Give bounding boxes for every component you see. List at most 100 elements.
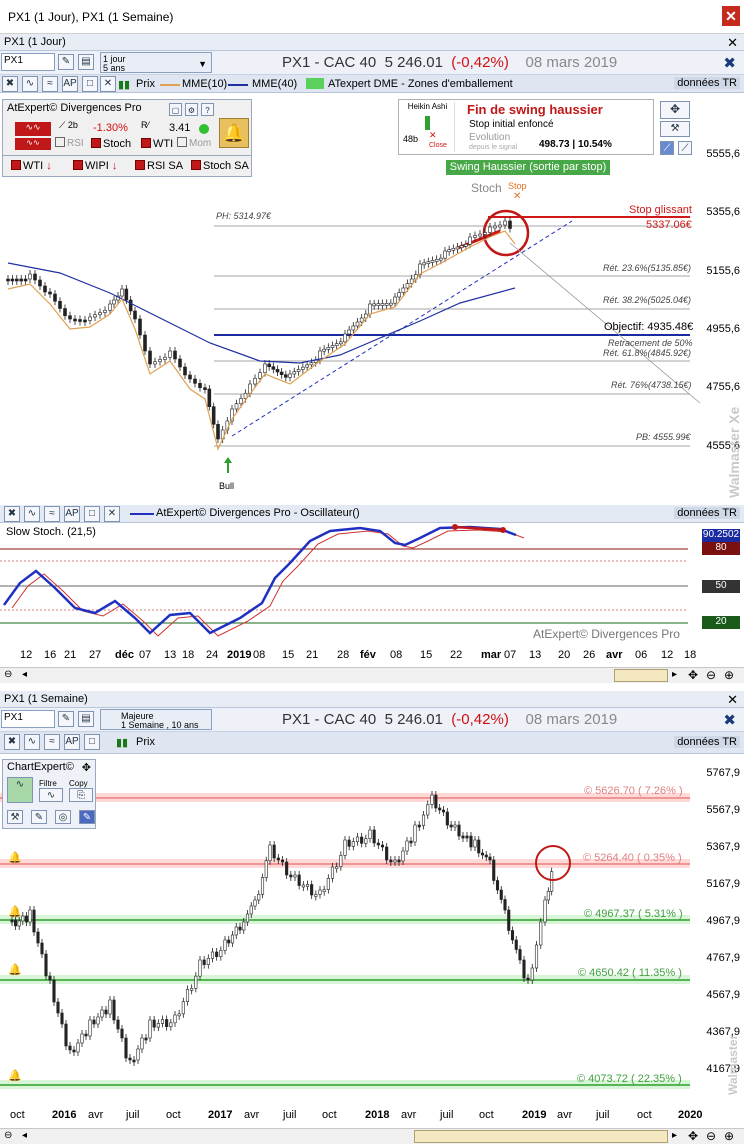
daily-period-select[interactable]: 1 jour 5 ans ▼ [100,52,212,73]
weekly-price-chart[interactable]: © 5626.70 ( 7.26% ) © 5264.40 ( 0.35% ) … [0,755,744,1107]
hammer-icon[interactable]: ⚒ [660,121,690,137]
edit-icon[interactable]: ✎ [79,810,95,824]
zoom-out-icon[interactable]: ⊖ [706,668,716,682]
daily-price-chart[interactable]: 5555,6 5355,6 5155,6 4955,6 4755,6 4555,… [0,93,744,503]
edit-icon[interactable]: ✎ [58,711,74,727]
candle [249,905,253,915]
zoom-in-icon[interactable]: ⊕ [724,668,734,682]
candle [10,278,15,282]
chart-icon[interactable]: ⟋ [660,141,674,155]
filtre-icon[interactable]: ∿ [39,788,63,802]
close-icon[interactable]: ✕ [100,76,116,92]
square-icon[interactable]: □ [82,76,98,92]
toolbar-prix[interactable]: Prix [136,78,155,90]
daily-price: 5 246.01 [384,54,443,71]
candle [495,880,500,891]
candle [48,975,52,981]
copy-icon[interactable]: ⎘ [69,788,93,802]
weekly-toolbar-prix[interactable]: Prix [136,736,155,748]
weekly-scrollbar[interactable]: ⊖ ◂ ▸ ✥ ⊖ ⊕ [0,1128,744,1144]
chart2-icon[interactable]: ⟋ [678,141,692,155]
link-icon[interactable]: ⊖ [4,669,12,680]
scroll-thumb[interactable] [614,669,668,682]
bell-icon[interactable]: 🔔 [219,118,249,148]
wti-sa-checkbox[interactable] [11,160,21,171]
rsi-checkbox[interactable] [55,137,65,148]
zoom-in-icon[interactable]: ⊕ [724,1129,734,1143]
move-icon[interactable]: ✥ [688,668,698,682]
rsisa-checkbox[interactable] [135,160,145,171]
wipi-checkbox[interactable] [73,160,83,171]
chartexpert-main-icon[interactable]: ∿ [7,777,33,803]
tools-icon[interactable]: ✖ [2,76,18,92]
stoch-checkbox[interactable] [91,138,101,149]
ratio-icon[interactable]: R⁄ [141,120,149,130]
daily-pane-close-icon[interactable]: ✕ [727,35,738,51]
ap-icon[interactable]: AP [62,76,78,92]
scroll-right-icon[interactable]: ▸ [672,1130,677,1141]
stochsa-checkbox[interactable] [191,160,201,171]
scroll-thumb[interactable] [414,1130,668,1143]
tools-icon[interactable]: ✖ [723,54,736,72]
daily-symbol-input[interactable]: PX1 [1,53,55,71]
oscillator-chart[interactable]: Slow Stoch. (21,5) 90.2502 80 50 20 AtEx… [0,523,744,647]
link-icon[interactable]: ⊖ [4,1130,12,1141]
divider [3,155,251,156]
indicator-icon[interactable]: ∿ [24,506,40,522]
square-icon[interactable]: □ [84,734,100,750]
tools-icon[interactable]: ✖ [4,506,20,522]
tools-icon[interactable]: ✖ [4,734,20,750]
osc-divergence-dot [500,527,506,533]
signal-icon[interactable]: ≈ [42,76,58,92]
level-label: © 5626.70 ( 7.26% ) [584,785,683,797]
bell-icon[interactable]: 🔔 [8,1069,22,1082]
scroll-left-icon[interactable]: ◂ [22,669,27,680]
close-icon[interactable]: ✕ [104,506,120,522]
zoom-out-icon[interactable]: ⊖ [706,1129,716,1143]
book-icon[interactable]: ▤ [78,711,94,727]
scroll-right-icon[interactable]: ▸ [672,669,677,680]
minimize-icon[interactable]: ▢ [169,103,182,116]
divergence-red-icon[interactable]: ∿∿ [15,122,51,136]
mom-checkbox[interactable] [177,137,187,148]
indicator-icon[interactable]: ∿ [22,76,38,92]
signal-icon[interactable]: ≈ [44,506,60,522]
help-icon[interactable]: ? [201,103,214,116]
candle [72,1049,76,1053]
weekly-symbol-input[interactable]: PX1 [1,710,55,728]
candle [330,866,335,879]
wrench-icon[interactable]: ⚒ [7,810,23,824]
bell-icon[interactable]: 🔔 [8,963,22,976]
pencil-icon[interactable]: ✎ [31,810,47,824]
toolbar-mme10[interactable]: MME(10) [182,78,227,90]
candle [339,855,343,867]
daily-scrollbar[interactable]: ⊖ ◂ ▸ ✥ ⊖ ⊕ [0,667,744,683]
signal-icon[interactable]: ≈ [44,734,60,750]
candle [143,334,147,352]
toolbar-mme40[interactable]: MME(40) [252,78,297,90]
gear-icon[interactable]: ⚙ [185,103,198,116]
weekly-period-select[interactable]: Majeure 1 Semaine , 10 ans [100,709,212,730]
ap-icon[interactable]: AP [64,734,80,750]
bell-icon[interactable]: 🔔 [8,851,22,864]
toolbar-zones[interactable]: ATexpert DME - Zones d'emballement [328,78,513,90]
move-icon[interactable]: ✥ [688,1129,698,1143]
book-icon[interactable]: ▤ [78,54,94,70]
level-label: © 4073.72 ( 22.35% ) [577,1073,682,1085]
divergence-chart-icon[interactable]: ⟋ 2b [59,120,78,131]
square-icon[interactable]: □ [84,506,100,522]
ap-icon[interactable]: AP [64,506,80,522]
divergence-blue-icon[interactable]: ∿∿ [15,138,51,150]
move-icon[interactable]: ✥ [82,761,91,774]
edit-icon[interactable]: ✎ [58,54,74,70]
wti-checkbox[interactable] [141,138,151,149]
indicator-icon[interactable]: ∿ [24,734,40,750]
move-icon[interactable]: ✥ [660,101,690,119]
scroll-left-icon[interactable]: ◂ [22,1130,27,1141]
target-icon[interactable]: ◎ [55,810,71,824]
tools-icon[interactable]: ✖ [723,711,736,729]
candle [364,838,368,844]
bell-icon[interactable]: 🔔 [8,905,22,918]
close-button[interactable]: ✕ [722,6,740,26]
weekly-pane-close-icon[interactable]: ✕ [727,692,738,708]
